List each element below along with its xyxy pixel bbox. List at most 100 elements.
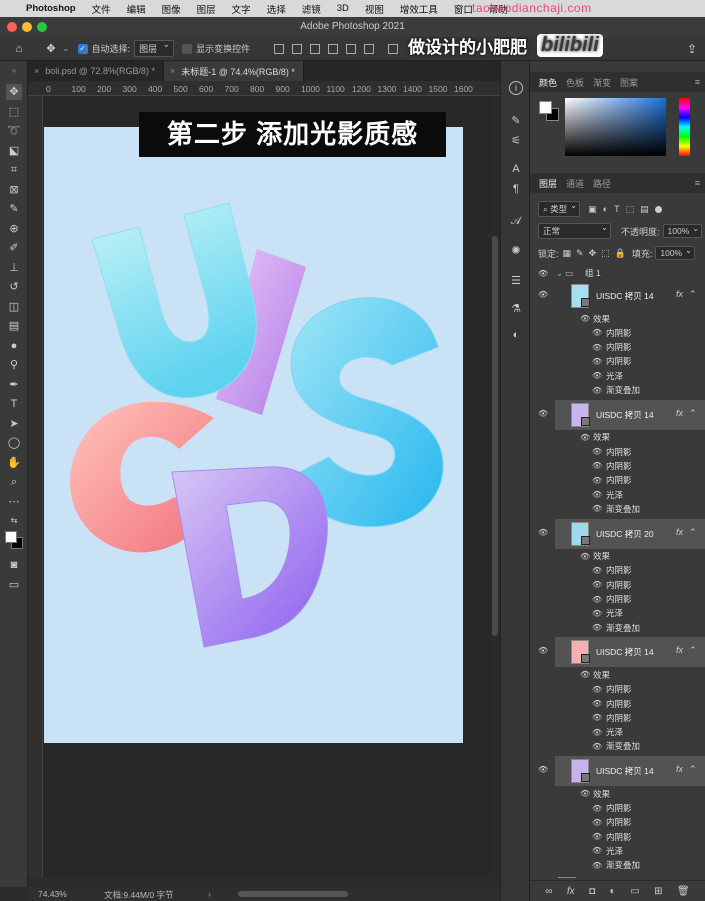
effect-row[interactable]: 👁 光泽 [530,726,705,739]
canvas-area[interactable] [43,96,490,878]
document-canvas[interactable] [44,127,463,743]
tab-paths[interactable]: 路径 [593,177,611,190]
visibility-eye-icon[interactable]: 👁 [592,490,602,499]
frame-tool-icon[interactable]: ⊠ [6,182,22,198]
blur-tool-icon[interactable]: ● [6,338,22,354]
gradient-tool-icon[interactable]: ▤ [6,318,22,334]
auto-select-dropdown[interactable]: 图层 [134,39,175,57]
move-tool-icon[interactable]: ✥ [6,84,22,100]
eraser-tool-icon[interactable]: ◫ [6,299,22,315]
more-tools-icon[interactable]: ⋯ [6,494,22,510]
layer-group-row[interactable]: 👁 ⌄ ▭ 组 1 [530,266,705,280]
effects-row[interactable]: 👁 效果 [530,312,705,325]
visibility-eye-icon[interactable]: 👁 [592,804,602,813]
object-select-tool-icon[interactable]: ⬕ [6,143,22,159]
visibility-eye-icon[interactable]: 👁 [580,433,590,442]
default-colors-icon[interactable]: ⇆ [6,513,22,529]
share-icon[interactable]: ⇪ [687,42,697,56]
scrollbar-thumb[interactable] [492,236,498,636]
effect-row[interactable]: 👁 渐变叠加 [530,740,705,753]
effect-row[interactable]: 👁 内阴影 [530,474,705,487]
add-mask-icon[interactable]: ◘ [589,886,595,897]
tool-preset-chevron-icon[interactable]: ⌄ [62,43,70,54]
visibility-eye-icon[interactable]: 👁 [592,595,602,604]
pen-tool-icon[interactable]: ✒ [6,377,22,393]
visibility-eye-icon[interactable]: 👁 [580,552,590,561]
align-bottom-icon[interactable] [364,43,375,54]
align-center-icon[interactable] [292,43,303,54]
document-info[interactable]: 文档:9.44M/0 字节 [104,889,173,901]
effect-row[interactable]: 👁 内阴影 [530,326,705,339]
properties-icon[interactable]: ☰ [508,273,524,289]
visibility-eye-icon[interactable]: 👁 [592,713,602,722]
info-icon[interactable]: i [509,81,523,95]
healing-brush-tool-icon[interactable]: ⊕ [6,221,22,237]
move-tool-icon[interactable]: ✥ [42,42,60,55]
tab-channels[interactable]: 通道 [566,177,584,190]
link-layers-icon[interactable]: ∞ [545,886,552,897]
new-group-icon[interactable]: ▭ [630,886,639,897]
effects-row[interactable]: 👁 效果 [530,431,705,444]
visibility-eye-icon[interactable]: 👁 [592,357,602,366]
visibility-eye-icon[interactable]: 👁 [592,832,602,841]
layer-row[interactable]: UISDC 拷贝 14 fx ⌃ [555,637,705,668]
effects-row[interactable]: 👁 效果 [530,550,705,563]
close-tab-icon[interactable]: × [170,66,175,76]
adjust-sliders-icon[interactable]: ⚟ [508,133,524,149]
visibility-eye-icon[interactable]: 👁 [592,609,602,618]
menu-plugins[interactable]: 增效工具 [400,2,438,16]
effect-row[interactable]: 👁 内阴影 [530,341,705,354]
visibility-eye-icon[interactable]: 👁 [592,742,602,751]
filter-toggle-icon[interactable] [654,205,662,213]
eyedropper-tool-icon[interactable]: ✎ [6,201,22,217]
visibility-eye-icon[interactable]: 👁 [592,343,602,352]
lock-artboard-icon[interactable]: ⬚ [601,248,610,259]
tab-patterns[interactable]: 图案 [620,76,638,89]
fx-badge[interactable]: fx [676,527,683,537]
effect-row[interactable]: 👁 内阴影 [530,578,705,591]
menu-filter[interactable]: 滤镜 [302,2,321,16]
close-tab-icon[interactable]: × [34,66,39,76]
visibility-eye-icon[interactable]: 👁 [592,818,602,827]
effect-row[interactable]: 👁 内阴影 [530,683,705,696]
distribute-icon[interactable] [388,43,399,54]
visibility-eye-icon[interactable]: 👁 [580,789,590,798]
visibility-eye-icon[interactable]: 👁 [592,447,602,456]
effect-row[interactable]: 👁 渐变叠加 [530,502,705,515]
visibility-eye-icon[interactable]: 👁 [538,409,548,418]
visibility-eye-icon[interactable]: 👁 [592,699,602,708]
layer-filter-dropdown[interactable]: ⌕ 类型 [538,200,581,217]
tab-swatches[interactable]: 色板 [566,76,584,89]
visibility-eye-icon[interactable]: 👁 [592,476,602,485]
visibility-eye-icon[interactable]: 👁 [592,461,602,470]
menu-app-photoshop[interactable]: Photoshop [26,3,76,14]
fx-badge[interactable]: fx [676,289,683,299]
visibility-eye-icon[interactable]: 👁 [592,566,602,575]
effect-row[interactable]: 👁 内阴影 [530,445,705,458]
type-tool-icon[interactable]: T [6,396,22,412]
layer-row[interactable]: UISDC 拷贝 14 fx ⌃ [555,281,705,311]
filter-shape-icon[interactable]: ⬚ [626,204,635,215]
zoom-level[interactable]: 74.43% [38,889,67,899]
color-panel-foreground-swatch[interactable] [539,101,552,114]
delete-layer-icon[interactable]: 🗑 [677,886,690,897]
character-icon[interactable]: A [508,161,524,177]
lock-transparent-icon[interactable]: ▦ [563,248,572,259]
align-right-icon[interactable] [310,43,321,54]
visibility-eye-icon[interactable]: 👁 [592,504,602,513]
menu-select[interactable]: 选择 [267,2,286,16]
menu-edit[interactable]: 编辑 [127,2,146,16]
effect-row[interactable]: 👁 光泽 [530,607,705,620]
effect-row[interactable]: 👁 内阴影 [530,830,705,843]
layers-list[interactable]: 👁 ⌄ ▭ 组 1 UISDC 拷贝 14 fx ⌃ 👁 👁 效果 👁 内阴影 👁 内阴影 👁 内阴影… [530,264,705,878]
brush-tool-icon[interactable]: ✐ [6,240,22,256]
collapse-toolbar-icon[interactable]: » [6,63,22,79]
screen-mode-icon[interactable]: ▭ [6,577,22,593]
menu-layer[interactable]: 图层 [197,2,216,16]
align-top-icon[interactable] [328,43,339,54]
show-transform-checkbox[interactable] [182,43,193,54]
visibility-eye-icon[interactable]: 👁 [538,765,548,774]
visibility-eye-icon[interactable]: 👁 [592,371,602,380]
glyphs-icon[interactable]: 𝒜 [508,213,524,229]
visibility-eye-icon[interactable]: 👁 [592,580,602,589]
